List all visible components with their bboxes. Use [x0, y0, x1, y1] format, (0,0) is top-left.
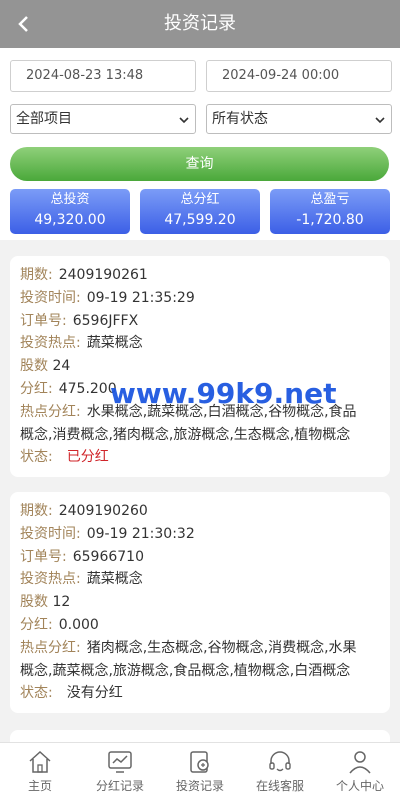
stat-value: 49,320.00: [34, 212, 106, 228]
dividend-row: 分红: 0.000: [20, 614, 380, 637]
tab-customer-service[interactable]: 在线客服: [240, 743, 320, 800]
total-investment-card: 总投资 49,320.00: [10, 189, 130, 234]
record-card[interactable]: 期数: 2409190260 投资时间: 09-19 21:30:32 订单号: 65…: [10, 492, 390, 714]
hot-label: 投资热点:: [20, 335, 81, 352]
dividend-label: 分红:: [20, 380, 53, 397]
dividend-value: 0.000: [58, 616, 99, 633]
hot-dividend-label: 热点分红:: [20, 403, 81, 420]
chevron-down-icon: [375, 117, 385, 124]
tab-label: 个人中心: [335, 779, 384, 793]
status-label: 状态:: [20, 449, 53, 466]
shares-label: 股数: [20, 358, 48, 375]
time-label: 投资时间:: [20, 289, 81, 306]
dividend-value: 475.200: [58, 380, 117, 397]
header-bar: 投资记录: [0, 0, 400, 48]
tab-home[interactable]: 主页: [0, 743, 80, 800]
stat-value: 47,599.20: [164, 212, 236, 228]
page-title: 投资记录: [164, 13, 236, 34]
end-date-field[interactable]: 2024-09-24 00:00: [206, 60, 392, 92]
tab-label: 分红记录: [95, 779, 144, 793]
user-icon: [349, 751, 371, 774]
order-value: 6596JFFX: [72, 312, 139, 329]
period-value: 2409190260: [58, 503, 148, 519]
stat-value: -1,720.80: [296, 212, 364, 228]
period-value: 2409190261: [58, 267, 148, 283]
shares-row: 股数 12: [20, 591, 380, 614]
watermark-text: www.99k9.net: [110, 377, 337, 410]
hot-dividend-value-line1: 猪肉概念,生态概念,谷物概念,消费概念,水果: [86, 639, 357, 656]
tab-label: 主页: [27, 779, 52, 793]
hot-value: 蔬菜概念: [86, 571, 143, 588]
tab-dividend-records[interactable]: 分红记录: [80, 743, 160, 800]
status-label: 状态:: [20, 685, 53, 702]
total-dividend-card: 总分红 47,599.20: [140, 189, 260, 234]
time-value: 09-19 21:35:29: [86, 289, 195, 306]
period-label: 期数:: [20, 503, 53, 519]
hot-row: 投资热点: 蔬菜概念: [20, 568, 380, 591]
status-select-value: 所有状态: [212, 111, 268, 127]
hot-label: 投资热点:: [20, 571, 81, 588]
shares-row: 股数 24: [20, 355, 380, 378]
status-value: 没有分红: [66, 685, 123, 702]
status-select[interactable]: 所有状态: [206, 104, 392, 134]
time-row: 投资时间: 09-19 21:35:29: [20, 287, 380, 310]
chevron-down-icon: [179, 117, 189, 124]
period-row: 期数: 2409190260: [20, 500, 380, 523]
total-profit-loss-card: 总盈亏 -1,720.80: [270, 189, 390, 234]
query-button[interactable]: 查询: [10, 147, 389, 181]
order-row: 订单号: 65966710: [20, 546, 380, 569]
project-select-value: 全部项目: [16, 111, 72, 127]
headset-icon: [269, 751, 291, 772]
tab-label: 投资记录: [175, 779, 224, 793]
hot-value: 蔬菜概念: [86, 335, 143, 352]
order-label: 订单号:: [20, 548, 67, 565]
period-label: 期数:: [20, 267, 53, 283]
start-date-field[interactable]: 2024-08-23 13:48: [10, 60, 196, 92]
stat-label: 总分红: [180, 192, 220, 207]
project-select[interactable]: 全部项目: [10, 104, 196, 134]
tab-label: 在线客服: [255, 779, 304, 793]
order-label: 订单号:: [20, 312, 67, 329]
stat-label: 总投资: [50, 192, 90, 207]
stat-label: 总盈亏: [310, 192, 350, 207]
status-row: 状态: 已分红: [20, 446, 380, 469]
hot-dividend-continued: 概念,消费概念,猪肉概念,旅游概念,生态概念,植物概念: [20, 426, 351, 443]
period-row: 期数: 2409190261: [20, 264, 380, 287]
order-row: 订单号: 6596JFFX: [20, 310, 380, 333]
chart-icon: [108, 751, 132, 773]
shares-label: 股数: [20, 594, 48, 611]
tab-investment-records[interactable]: 投资记录: [160, 743, 240, 800]
record-card[interactable]: 期数: 2409190261 投资时间: 09-19 21:35:29 订单号: 65…: [10, 256, 390, 478]
shares-value: 12: [52, 594, 71, 611]
status-value: 已分红: [66, 449, 109, 466]
home-icon: [29, 750, 51, 773]
hot-row: 投资热点: 蔬菜概念: [20, 332, 380, 355]
shares-value: 24: [52, 358, 71, 375]
time-row: 投资时间: 09-19 21:30:32: [20, 523, 380, 546]
bottom-tab-bar: 主页 分红记录 投资记录 在线客服 个人中心: [0, 742, 400, 800]
filter-panel: 2024-08-23 13:48 2024-09-24 00:00 全部项目 所…: [0, 48, 400, 240]
hot-dividend-continued: 概念,蔬菜概念,旅游概念,食品概念,植物概念,白酒概念: [20, 662, 351, 679]
hot-dividend-row: 热点分红: 猪肉概念,生态概念,谷物概念,消费概念,水果: [20, 637, 380, 660]
time-value: 09-19 21:30:32: [86, 525, 195, 542]
tab-profile[interactable]: 个人中心: [320, 743, 400, 800]
time-label: 投资时间:: [20, 525, 81, 542]
order-value: 65966710: [72, 548, 144, 565]
status-row: 状态: 没有分红: [20, 682, 380, 705]
dividend-label: 分红:: [20, 616, 53, 633]
invest-icon: [190, 751, 209, 773]
hot-dividend-label: 热点分红:: [20, 639, 81, 656]
